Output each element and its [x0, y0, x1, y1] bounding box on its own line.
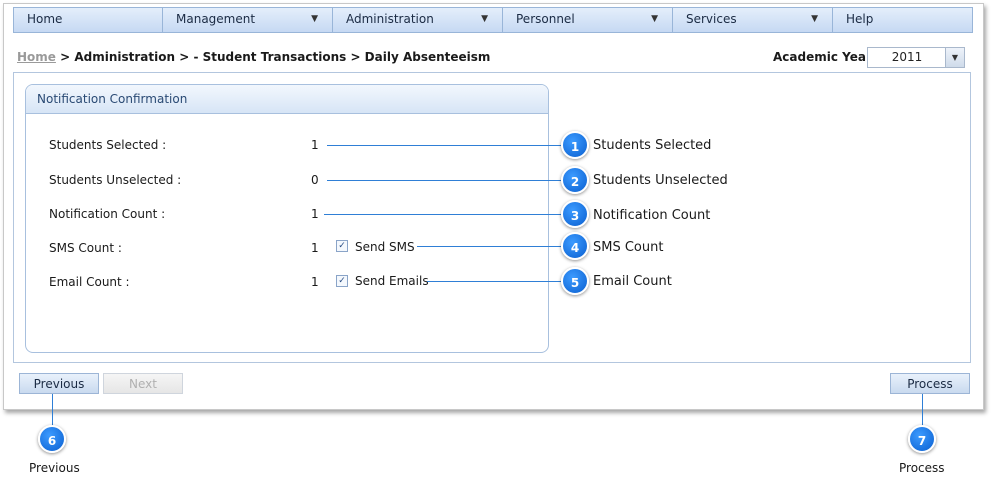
callout-4-line — [417, 246, 561, 247]
callout-7-line — [922, 394, 923, 426]
email-count-label: Email Count : — [49, 275, 130, 289]
menu-home-label: Home — [27, 12, 63, 26]
callout-label-5: Email Count — [593, 274, 672, 289]
academic-year-value: 2011 — [891, 50, 923, 64]
students-selected-value: 1 — [311, 138, 319, 152]
menu-personnel[interactable]: Personnel ▼ — [503, 8, 673, 32]
callout-badge-3: 3 — [561, 200, 589, 228]
chevron-down-icon: ▼ — [811, 14, 818, 24]
callout-6-line — [52, 394, 53, 426]
menu-administration-label: Administration — [346, 12, 434, 26]
callout-label-7: Process — [899, 461, 945, 475]
send-emails-checkbox[interactable]: ✓ — [336, 275, 348, 287]
callout-badge-1: 1 — [561, 131, 589, 159]
students-unselected-label: Students Unselected : — [49, 173, 182, 187]
menu-administration[interactable]: Administration ▼ — [333, 8, 503, 32]
callout-5-line — [427, 281, 561, 282]
callout-1-line — [327, 145, 561, 146]
breadcrumb-path: > Administration > - Student Transaction… — [55, 50, 491, 64]
email-count-value: 1 — [311, 275, 319, 289]
callout-label-3: Notification Count — [593, 208, 711, 223]
menu-help-label: Help — [846, 12, 874, 26]
chevron-down-icon: ▼ — [651, 14, 658, 24]
process-button[interactable]: Process — [890, 373, 970, 394]
notification-count-label: Notification Count : — [49, 207, 166, 221]
send-sms-label[interactable]: Send SMS — [355, 240, 415, 254]
chevron-down-icon: ▼ — [481, 14, 488, 24]
notification-count-value: 1 — [311, 207, 319, 221]
chevron-down-icon[interactable]: ▼ — [945, 48, 964, 67]
menu-services-label: Services — [686, 12, 737, 26]
callout-label-2: Students Unselected — [593, 173, 728, 188]
sms-count-label: SMS Count : — [49, 241, 122, 255]
panel-title: Notification Confirmation — [26, 85, 548, 114]
callout-label-6: Previous — [29, 461, 80, 475]
callout-label-4: SMS Count — [593, 240, 664, 255]
breadcrumb-home-link[interactable]: Home — [17, 50, 56, 64]
callout-badge-5: 5 — [561, 267, 589, 295]
callout-3-line — [324, 214, 561, 215]
students-selected-label: Students Selected : — [49, 138, 167, 152]
sms-count-value: 1 — [311, 241, 319, 255]
breadcrumb: Home > Administration > - Student Transa… — [17, 50, 490, 64]
main-menu-bar: Home Management ▼ Administration ▼ Personn… — [13, 7, 973, 33]
menu-home[interactable]: Home — [14, 8, 163, 32]
chevron-down-icon: ▼ — [311, 14, 318, 24]
send-emails-label[interactable]: Send Emails — [355, 274, 429, 288]
next-button[interactable]: Next — [103, 373, 183, 394]
callout-badge-4: 4 — [561, 232, 589, 260]
callout-2-line — [327, 180, 561, 181]
callout-badge-2: 2 — [561, 166, 589, 194]
callout-badge-7: 7 — [908, 425, 936, 453]
menu-management-label: Management — [176, 12, 256, 26]
previous-button[interactable]: Previous — [19, 373, 99, 394]
students-unselected-value: 0 — [311, 173, 319, 187]
menu-management[interactable]: Management ▼ — [163, 8, 333, 32]
send-sms-checkbox[interactable]: ✓ — [336, 240, 348, 252]
academic-year-label: Academic Year — [773, 50, 872, 64]
menu-personnel-label: Personnel — [516, 12, 575, 26]
menu-services[interactable]: Services ▼ — [673, 8, 833, 32]
academic-year-select[interactable]: 2011 ▼ — [867, 47, 965, 68]
menu-help[interactable]: Help — [833, 8, 972, 32]
callout-badge-6: 6 — [38, 425, 66, 453]
callout-label-1: Students Selected — [593, 138, 712, 153]
